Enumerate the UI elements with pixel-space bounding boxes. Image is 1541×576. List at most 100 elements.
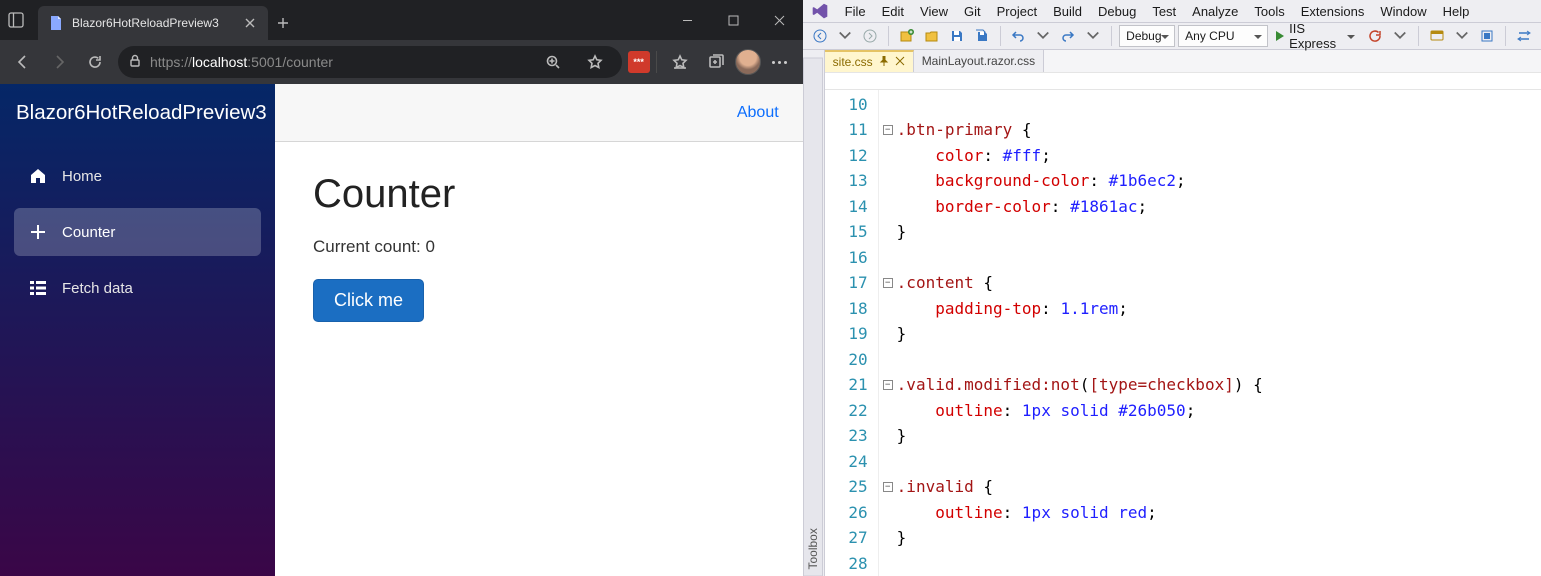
nav-fetch[interactable]: Fetch data [14,264,261,312]
run-button[interactable]: IIS Express [1271,25,1361,47]
fold-column[interactable]: −−−− [879,90,897,576]
vs-menu-project[interactable]: Project [989,2,1045,21]
nav-back-icon[interactable] [809,25,831,47]
browser-window: Blazor6HotReloadPreview3 [0,0,803,576]
forward-button[interactable] [42,45,76,79]
nav-counter[interactable]: Counter [14,208,261,256]
new-tab-button[interactable] [268,6,298,40]
nav-home-label: Home [62,168,102,185]
toolbar-sep [1418,26,1419,46]
refresh-button[interactable] [78,45,112,79]
new-project-icon[interactable] [896,25,918,47]
vs-menu-view[interactable]: View [912,2,956,21]
breadcrumb-bar[interactable] [825,72,1541,90]
vs-menu-extensions[interactable]: Extensions [1293,2,1373,21]
vs-menu-debug[interactable]: Debug [1090,2,1144,21]
back-button[interactable] [6,45,40,79]
toolbar-sep [1111,26,1112,46]
browser-link-icon[interactable] [1426,25,1448,47]
window-maximize[interactable] [711,0,757,40]
page-favicon [48,15,64,31]
plus-icon [28,222,48,242]
browser-navbar: https://localhost:5001/counter *** [0,40,803,84]
browser-tab-title: Blazor6HotReloadPreview3 [72,16,234,30]
toolbar-sep [1000,26,1001,46]
vs-menu-build[interactable]: Build [1045,2,1090,21]
vs-menu-tools[interactable]: Tools [1246,2,1292,21]
open-folder-icon[interactable] [921,25,943,47]
vertical-tabs-icon[interactable] [0,0,32,40]
zoom-icon[interactable] [536,45,570,79]
hot-reload-icon[interactable] [1364,25,1386,47]
url-text: https://localhost:5001/counter [150,54,528,70]
file-tab-label: site.css [833,55,873,69]
web-publish-icon[interactable] [1476,25,1498,47]
visual-studio-window: FileEditViewGitProjectBuildDebugTestAnal… [803,0,1541,576]
hot-reload-drop-icon[interactable] [1389,25,1411,47]
vs-menubar: FileEditViewGitProjectBuildDebugTestAnal… [803,0,1541,23]
window-close[interactable] [757,0,803,40]
toolbox-pane[interactable]: Toolbox [803,50,825,576]
page-viewport: Blazor6HotReloadPreview3 Home Counter Fe… [0,84,803,576]
toolbar-divider [656,51,657,73]
save-icon[interactable] [946,25,968,47]
close-file-icon[interactable] [895,55,905,69]
code-editor[interactable]: 10111213141516171819202122232425262728 −… [825,90,1541,576]
extension-lastpass-icon[interactable]: *** [628,51,650,73]
vs-menu-window[interactable]: Window [1372,2,1434,21]
file-tab-mainlayout[interactable]: MainLayout.razor.css [914,50,1044,72]
editor-tabs: site.css MainLayout.razor.css [825,50,1541,72]
count-value: 0 [425,237,434,256]
app-brand[interactable]: Blazor6HotReloadPreview3 [0,84,275,142]
more-menu-icon[interactable] [763,45,797,79]
vs-menu-help[interactable]: Help [1435,2,1478,21]
browser-titlebar: Blazor6HotReloadPreview3 [0,0,803,40]
list-icon [28,278,48,298]
window-minimize[interactable] [665,0,711,40]
undo-icon[interactable] [1007,25,1029,47]
browser-tab[interactable]: Blazor6HotReloadPreview3 [38,6,268,40]
clickme-button[interactable]: Click me [313,279,424,322]
favorite-icon[interactable] [578,45,612,79]
vs-menu-git[interactable]: Git [956,2,989,21]
profile-avatar[interactable] [735,49,761,75]
favorites-bar-icon[interactable] [663,45,697,79]
browser-link-drop-icon[interactable] [1451,25,1473,47]
run-label: IIS Express [1289,21,1342,51]
config-dropdown[interactable]: Debug [1119,25,1175,47]
toolbar-sep [888,26,889,46]
line-gutter: 10111213141516171819202122232425262728 [825,90,879,576]
about-link[interactable]: About [737,104,779,122]
vs-menu-analyze[interactable]: Analyze [1184,2,1246,21]
vs-logo-icon[interactable] [809,0,831,22]
collections-icon[interactable] [699,45,733,79]
overflow-icon[interactable] [1513,25,1535,47]
toolbar-sep [1505,26,1506,46]
pin-icon[interactable] [879,55,889,69]
file-tab-label: MainLayout.razor.css [922,54,1035,68]
address-bar[interactable]: https://localhost:5001/counter [118,46,622,78]
vs-toolbar: Debug Any CPU IIS Express [803,23,1541,50]
nav-home[interactable]: Home [14,152,261,200]
undo-drop-icon[interactable] [1032,25,1054,47]
code-text[interactable]: .btn-primary { color: #fff; background-c… [897,90,1263,576]
vs-menu-edit[interactable]: Edit [874,2,912,21]
app-sidebar: Blazor6HotReloadPreview3 Home Counter Fe… [0,84,275,576]
nav-fetch-label: Fetch data [62,280,133,297]
platform-dropdown[interactable]: Any CPU [1178,25,1268,47]
close-tab-icon[interactable] [242,15,258,31]
home-icon [28,166,48,186]
nav-counter-label: Counter [62,224,115,241]
site-lock-icon[interactable] [128,54,142,71]
file-tab-site-css[interactable]: site.css [825,50,914,72]
vs-menu-file[interactable]: File [837,2,874,21]
nav-back-drop-icon[interactable] [834,25,856,47]
save-all-icon[interactable] [971,25,993,47]
toolbox-label: Toolbox [803,58,823,576]
app-topbar: About [275,84,803,142]
redo-drop-icon[interactable] [1082,25,1104,47]
play-icon [1276,31,1284,41]
nav-fwd-icon[interactable] [859,25,881,47]
redo-icon[interactable] [1057,25,1079,47]
vs-menu-test[interactable]: Test [1144,2,1184,21]
